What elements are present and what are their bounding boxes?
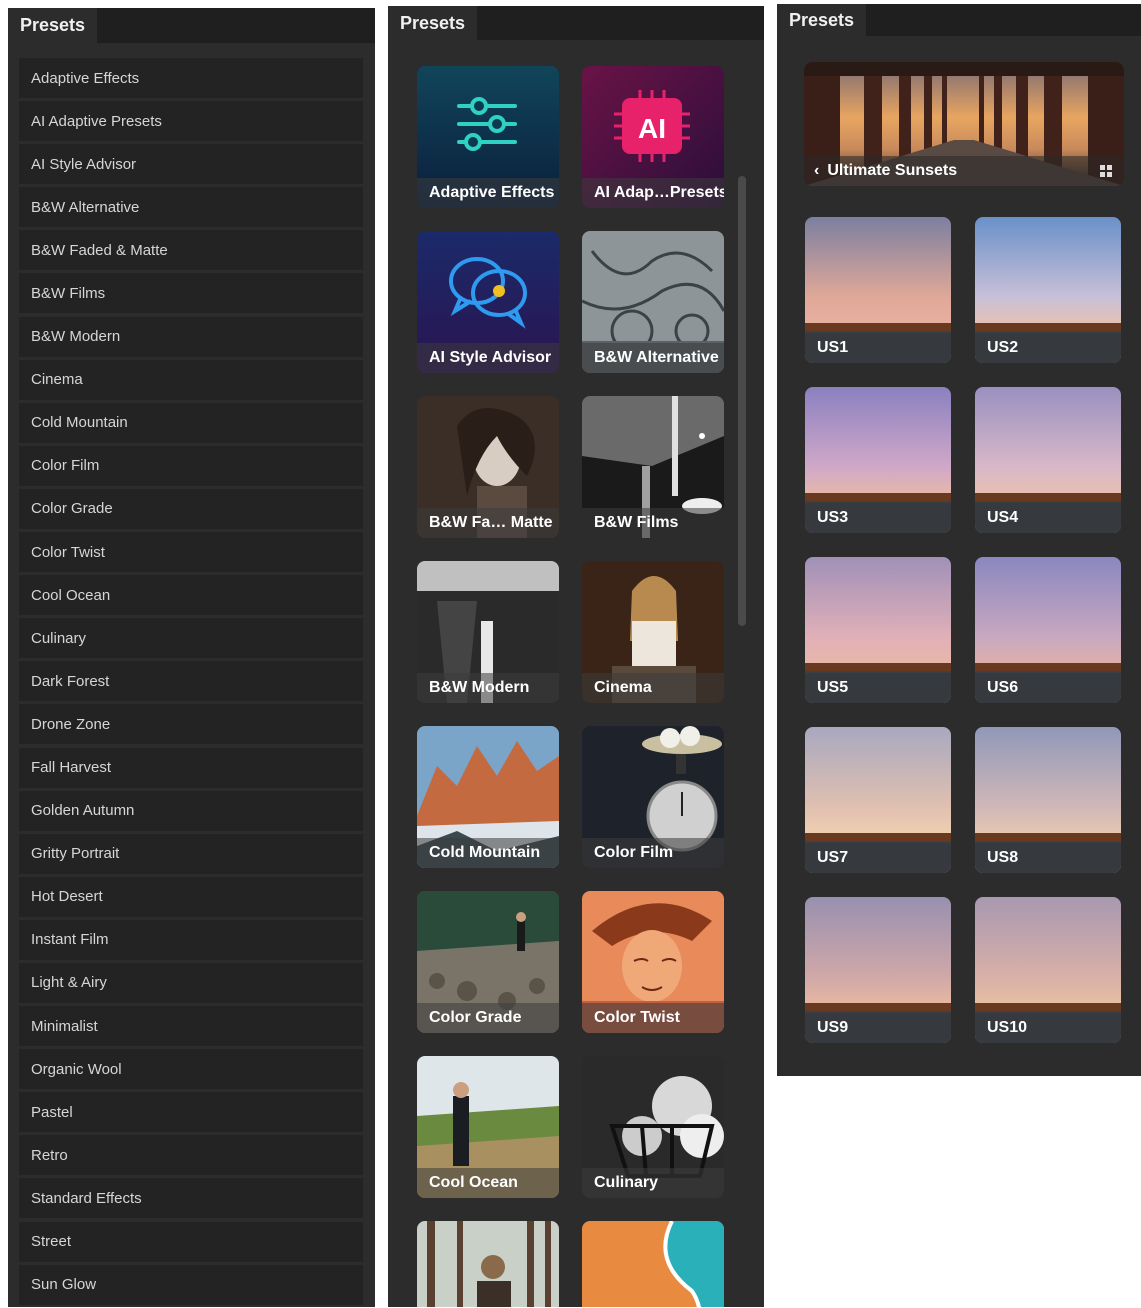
thumbnail-label: B&W Films <box>582 508 724 538</box>
sunset-label: US3 <box>805 503 951 533</box>
list-item[interactable]: Minimalist <box>19 1006 363 1047</box>
preset-thumbnail[interactable] <box>417 1221 559 1307</box>
sunset-label: US8 <box>975 843 1121 873</box>
sunset-label: US7 <box>805 843 951 873</box>
preset-thumbnail[interactable]: Cold Mountain <box>417 726 559 868</box>
thumbnail-label: Cold Mountain <box>417 838 559 868</box>
ai-badge-text: AI <box>638 113 666 144</box>
thumbnail-label: Adaptive Effects <box>417 178 559 208</box>
list-item[interactable]: Street <box>19 1221 363 1262</box>
sunset-preset-thumbnail[interactable]: US5 <box>805 557 951 703</box>
tab-presets[interactable]: Presets <box>8 8 98 43</box>
list-item[interactable]: Cold Mountain <box>19 402 363 443</box>
preset-thumbnail[interactable]: B&W Alternative <box>582 231 724 373</box>
sunset-preset-thumbnail[interactable]: US10 <box>975 897 1121 1043</box>
list-item[interactable]: B&W Modern <box>19 316 363 357</box>
list-item[interactable]: B&W Alternative <box>19 187 363 228</box>
banner-title: Ultimate Sunsets <box>827 162 958 179</box>
sunset-preset-thumbnail[interactable]: US7 <box>805 727 951 873</box>
banner-label: ‹ Ultimate Sunsets <box>804 156 1124 186</box>
beach-aerial-thumb <box>582 1221 724 1307</box>
list-item[interactable]: Color Twist <box>19 532 363 573</box>
forest-man-thumb <box>417 1221 559 1307</box>
preset-thumbnail[interactable]: Color Film <box>582 726 724 868</box>
list-item[interactable]: Cool Ocean <box>19 575 363 616</box>
tab-strip: Presets <box>777 4 1141 36</box>
sunset-preset-thumbnail[interactable]: US3 <box>805 387 951 533</box>
preset-thumbnail[interactable]: Color Grade <box>417 891 559 1033</box>
grid-view-icon[interactable] <box>1100 164 1112 177</box>
list-item[interactable]: Instant Film <box>19 919 363 960</box>
list-item[interactable]: Light & Airy <box>19 962 363 1003</box>
tab-strip: Presets <box>8 8 375 43</box>
sunset-preset-thumbnail[interactable]: US9 <box>805 897 951 1043</box>
chevron-left-icon[interactable]: ‹ <box>814 162 819 180</box>
list-item[interactable]: Adaptive Effects <box>19 58 363 98</box>
thumbnail-label: Color Film <box>582 838 724 868</box>
list-item[interactable]: Retro <box>19 1135 363 1176</box>
list-item[interactable]: Dark Forest <box>19 661 363 702</box>
thumbnail-label: Color Twist <box>582 1003 724 1033</box>
preset-thumbnail[interactable]: Adaptive Effects <box>417 66 559 208</box>
scrollbar[interactable] <box>738 176 746 626</box>
ultimate-sunsets-panel: Presets ‹ Ultimate Sunsets US1 US2 US3 U… <box>777 4 1141 1076</box>
list-item[interactable]: Cinema <box>19 359 363 400</box>
preset-thumbnail[interactable]: B&W Modern <box>417 561 559 703</box>
sunset-label: US1 <box>805 333 951 363</box>
thumbnail-label: Color Grade <box>417 1003 559 1033</box>
thumbnail-label: B&W Fa… Matte <box>417 508 559 538</box>
list-item[interactable]: B&W Films <box>19 273 363 314</box>
preset-category-list: Adaptive Effects AI Adaptive Presets AI St… <box>19 58 363 1308</box>
list-item[interactable]: AI Adaptive Presets <box>19 101 363 142</box>
preset-thumbnail[interactable]: B&W Films <box>582 396 724 538</box>
list-item[interactable]: Culinary <box>19 618 363 659</box>
list-item[interactable]: Gritty Portrait <box>19 833 363 874</box>
preset-thumbnail[interactable]: Cinema <box>582 561 724 703</box>
thumbnail-label: Culinary <box>582 1168 724 1198</box>
list-item[interactable]: Drone Zone <box>19 704 363 745</box>
sunset-preset-thumbnail[interactable]: US6 <box>975 557 1121 703</box>
thumbnail-label: Cool Ocean <box>417 1168 559 1198</box>
preset-thumbnail[interactable]: Culinary <box>582 1056 724 1198</box>
presets-grid-panel: Presets Adaptive Effects AI AI Adap…Prese… <box>388 6 764 1307</box>
sunset-preset-thumbnail[interactable]: US4 <box>975 387 1121 533</box>
thumbnail-label: AI Style Advisor <box>417 343 559 373</box>
tab-presets[interactable]: Presets <box>388 6 478 40</box>
sunset-label: US5 <box>805 673 951 703</box>
list-item[interactable]: Organic Wool <box>19 1049 363 1090</box>
sunset-label: US9 <box>805 1013 951 1043</box>
preset-thumbnail[interactable]: Cool Ocean <box>417 1056 559 1198</box>
preset-thumbnail[interactable]: B&W Fa… Matte <box>417 396 559 538</box>
tab-strip: Presets <box>388 6 764 40</box>
thumbnail-label: AI Adap…Presets <box>582 178 724 208</box>
list-item[interactable]: Fall Harvest <box>19 747 363 788</box>
sunset-label: US10 <box>975 1013 1121 1043</box>
preset-thumbnail[interactable]: AI Style Advisor <box>417 231 559 373</box>
list-item[interactable]: B&W Faded & Matte <box>19 230 363 271</box>
list-item[interactable]: Standard Effects <box>19 1178 363 1219</box>
preset-thumbnail[interactable]: AI AI Adap…Presets <box>582 66 724 208</box>
thumbnail-label: Cinema <box>582 673 724 703</box>
preset-thumbnail[interactable] <box>582 1221 724 1307</box>
list-item[interactable]: Pastel <box>19 1092 363 1133</box>
sunset-label: US2 <box>975 333 1121 363</box>
list-item[interactable]: AI Style Advisor <box>19 144 363 185</box>
presets-list-panel: Presets Adaptive Effects AI Adaptive Pres… <box>8 8 375 1307</box>
thumbnail-label: B&W Alternative <box>582 343 724 373</box>
list-item[interactable]: Color Film <box>19 445 363 486</box>
list-item[interactable]: Color Grade <box>19 488 363 529</box>
sunset-preset-thumbnail[interactable]: US1 <box>805 217 951 363</box>
tab-presets[interactable]: Presets <box>777 4 867 36</box>
list-item[interactable]: Hot Desert <box>19 876 363 917</box>
sunset-label: US4 <box>975 503 1121 533</box>
sunset-preset-thumbnail[interactable]: US8 <box>975 727 1121 873</box>
list-item[interactable]: Sun Glow <box>19 1264 363 1305</box>
sunset-label: US6 <box>975 673 1121 703</box>
sunset-preset-thumbnail[interactable]: US2 <box>975 217 1121 363</box>
thumbnail-label: B&W Modern <box>417 673 559 703</box>
list-item[interactable]: Golden Autumn <box>19 790 363 831</box>
category-banner[interactable]: ‹ Ultimate Sunsets <box>804 62 1124 186</box>
preset-thumbnail[interactable]: Color Twist <box>582 891 724 1033</box>
